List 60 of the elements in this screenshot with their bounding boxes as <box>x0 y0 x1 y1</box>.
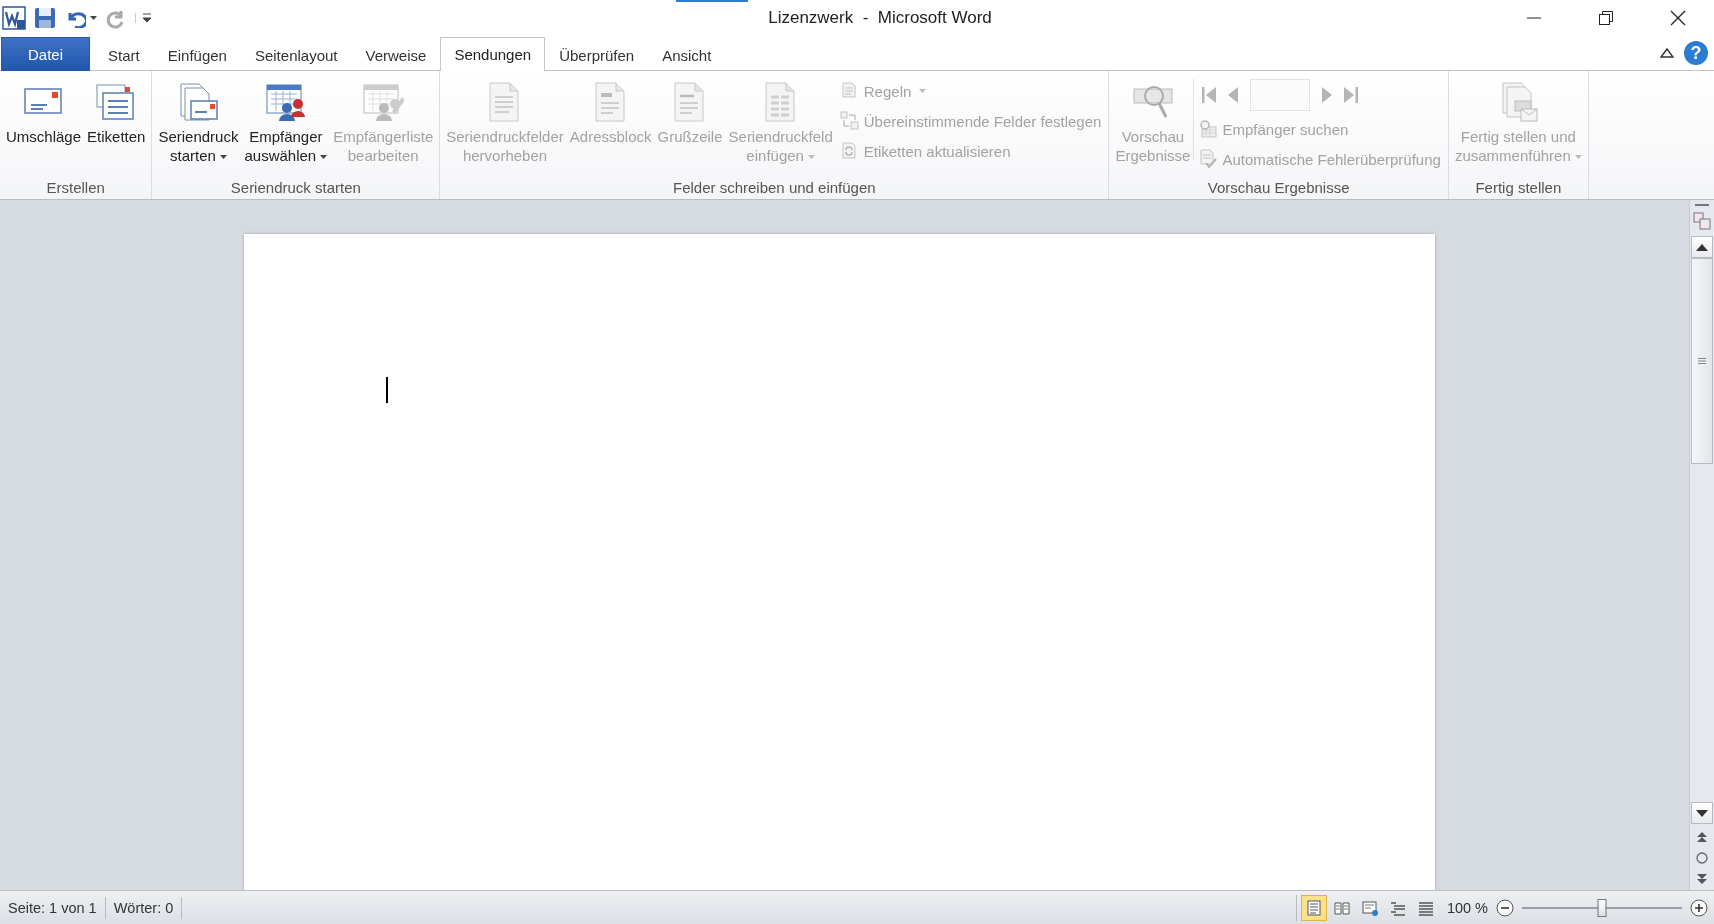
view-button[interactable] <box>1300 894 1327 921</box>
ribbon-button[interactable]: Etiketten <box>84 75 149 148</box>
ribbon-tab[interactable]: Sendungen <box>440 37 546 71</box>
next-record-icon <box>1322 87 1333 103</box>
magnifier-table-icon <box>1198 119 1219 139</box>
page-count[interactable]: Seite: 1 von 1 <box>0 896 106 919</box>
people-table-pencil-icon <box>362 81 405 123</box>
down-arrow-icon <box>1696 809 1708 817</box>
open-book-icon <box>1333 899 1350 916</box>
group-label: Seriendruck starten <box>229 177 362 198</box>
group-label: Erstellen <box>45 177 106 198</box>
zoom-out-icon <box>1496 898 1514 917</box>
ribbon-tab[interactable]: Seitenlayout <box>240 39 352 71</box>
ribbon-tab[interactable]: Überprüfen <box>545 39 649 71</box>
scroll-thumb[interactable] <box>1691 258 1713 464</box>
zoom-slider-thumb[interactable] <box>1597 898 1607 917</box>
help-button[interactable]: ? <box>1684 41 1708 65</box>
previous-record-icon <box>1228 87 1239 103</box>
close-icon <box>1670 10 1686 26</box>
vertical-scrollbar[interactable] <box>1689 200 1714 890</box>
ribbon-button[interactable]: Umschläge <box>3 75 85 148</box>
undo-caret-icon <box>90 16 97 20</box>
draft-icon <box>1417 899 1434 916</box>
outline-icon <box>1389 899 1406 916</box>
group-label: Fertig stellen <box>1474 177 1563 198</box>
zoom-level[interactable]: 100 % <box>1438 899 1496 916</box>
record-number-field[interactable] <box>1250 79 1311 111</box>
ribbon-tab[interactable]: Einfügen <box>153 39 241 71</box>
last-record-icon <box>1344 87 1359 103</box>
ribbon-button[interactable]: Empfänger auswählen <box>241 75 331 167</box>
scroll-down-button[interactable] <box>1691 802 1713 824</box>
documents-envelope-icon <box>177 81 220 123</box>
save-icon <box>34 7 56 29</box>
group-label: Vorschau Ergebnisse <box>1206 177 1351 198</box>
accent-line <box>676 0 748 2</box>
restore-icon <box>1599 11 1613 25</box>
ruler-toggle-icon <box>1693 212 1711 230</box>
file-tab[interactable]: Datei <box>1 37 91 71</box>
document-check-icon <box>1198 149 1219 169</box>
web-layout-icon <box>1361 899 1378 916</box>
people-table-icon <box>264 81 307 123</box>
up-arrow-icon <box>1696 243 1708 251</box>
group-label: Felder schreiben und einfügen <box>672 177 877 198</box>
grip-icon <box>1698 358 1706 364</box>
grid-arrows-icon <box>839 111 860 131</box>
ribbon-button[interactable]: Seriendruck starten <box>155 75 242 167</box>
collapse-ribbon-icon <box>1660 47 1674 59</box>
ribbon-tab[interactable]: Verweise <box>351 39 441 71</box>
text-cursor <box>386 377 388 403</box>
browse-object-icon <box>1696 852 1708 864</box>
ribbon-tab[interactable]: Ansicht <box>648 39 726 71</box>
window-title: Lizenzwerk - Microsoft Word <box>767 8 993 28</box>
print-layout-icon <box>1305 899 1322 916</box>
zoom-in-icon <box>1690 898 1708 917</box>
ribbon-tab[interactable]: Start <box>94 39 154 71</box>
scroll-up-button[interactable] <box>1691 236 1713 258</box>
word-count[interactable]: Wörter: 0 <box>105 896 183 919</box>
next-page-icon <box>1697 874 1707 884</box>
customize-caret-icon <box>135 13 152 23</box>
previous-page-icon <box>1697 832 1707 842</box>
